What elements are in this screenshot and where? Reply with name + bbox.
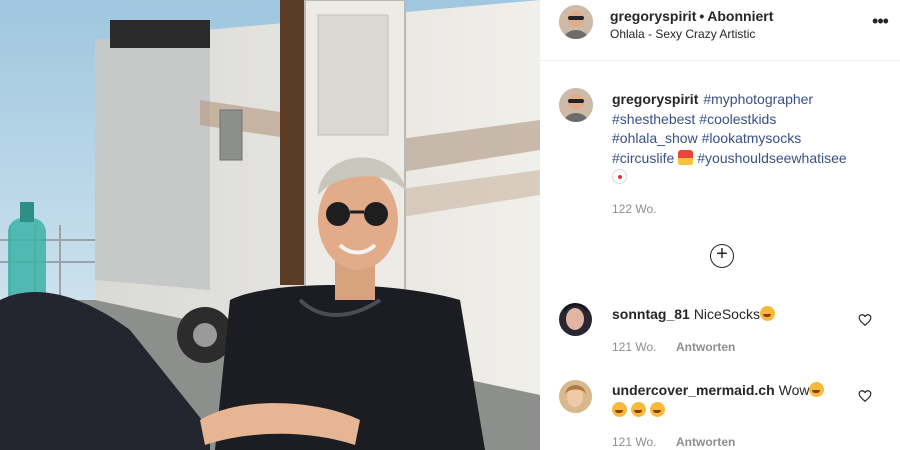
hashtag-link[interactable]: #youshouldseewhatisee [697, 150, 846, 166]
post-detail-panel: gregoryspirit • Abonniert Ohlala - Sexy Cr… [540, 0, 900, 450]
caption-text: gregoryspirit #myphotographer #shesthebes… [612, 90, 882, 188]
reply-button[interactable]: Antworten [676, 435, 735, 449]
star-struck-icon [612, 402, 627, 417]
hashtag-link[interactable]: #lookatmysocks [702, 130, 802, 146]
comment-text: undercover_mermaid.ch Wow [612, 380, 847, 420]
avatar[interactable] [559, 380, 592, 413]
hashtag-link[interactable]: #coolestkids [699, 111, 776, 127]
ellipsis-icon[interactable]: ••• [870, 12, 890, 32]
circus-tent-icon [678, 149, 694, 165]
header-subtitle[interactable]: Ohlala - Sexy Crazy Artistic [610, 27, 755, 41]
star-struck-icon [650, 402, 665, 417]
caption-timestamp[interactable]: 122 Wo. [612, 202, 656, 216]
caption-line [612, 168, 882, 188]
hashtag-link[interactable]: #ohlala_show [612, 130, 698, 146]
avatar[interactable] [559, 88, 593, 122]
caption-line: #circuslife #youshouldseewhatisee [612, 149, 882, 169]
comment-body: NiceSocks [693, 306, 760, 322]
comment-text: sonntag_81 NiceSocks [612, 304, 847, 324]
post-header: gregoryspirit • Abonniert Ohlala - Sexy Cr… [540, 0, 900, 61]
avatar[interactable] [559, 5, 593, 39]
heart-icon[interactable] [858, 313, 872, 327]
avatar[interactable] [559, 303, 592, 336]
comment-timestamp[interactable]: 121 Wo. [612, 340, 656, 354]
plus-circle-icon[interactable]: + [710, 244, 734, 268]
caption-line: #shesthebest #coolestkids [612, 110, 882, 130]
follow-status[interactable]: Abonniert [707, 8, 773, 24]
hashtag-link[interactable]: #circuslife [612, 150, 674, 166]
reply-button[interactable]: Antworten [676, 340, 735, 354]
header-username-line: gregoryspirit • Abonniert [610, 8, 773, 24]
header-username[interactable]: gregoryspirit [610, 8, 696, 24]
caption-line: #ohlala_show #lookatmysocks [612, 129, 882, 149]
post-image [0, 0, 540, 450]
clown-face-icon [612, 169, 627, 184]
star-struck-icon [809, 382, 825, 397]
heart-icon[interactable] [858, 389, 872, 403]
caption-username[interactable]: gregoryspirit [612, 91, 698, 107]
star-struck-icon [631, 402, 646, 417]
hashtag-link[interactable]: #myphotographer [703, 91, 813, 107]
star-struck-icon [759, 306, 775, 321]
instagram-post: gregoryspirit • Abonniert Ohlala - Sexy Cr… [0, 0, 900, 450]
post-photo[interactable] [0, 0, 540, 450]
hashtag-link[interactable]: #shesthebest [612, 111, 695, 127]
caption-line: gregoryspirit #myphotographer [612, 90, 882, 110]
separator: • [699, 8, 705, 24]
comment-username[interactable]: undercover_mermaid.ch [612, 382, 775, 398]
comment-body: Wow [778, 382, 810, 398]
comment-username[interactable]: sonntag_81 [612, 306, 690, 322]
comment-timestamp[interactable]: 121 Wo. [612, 435, 656, 449]
